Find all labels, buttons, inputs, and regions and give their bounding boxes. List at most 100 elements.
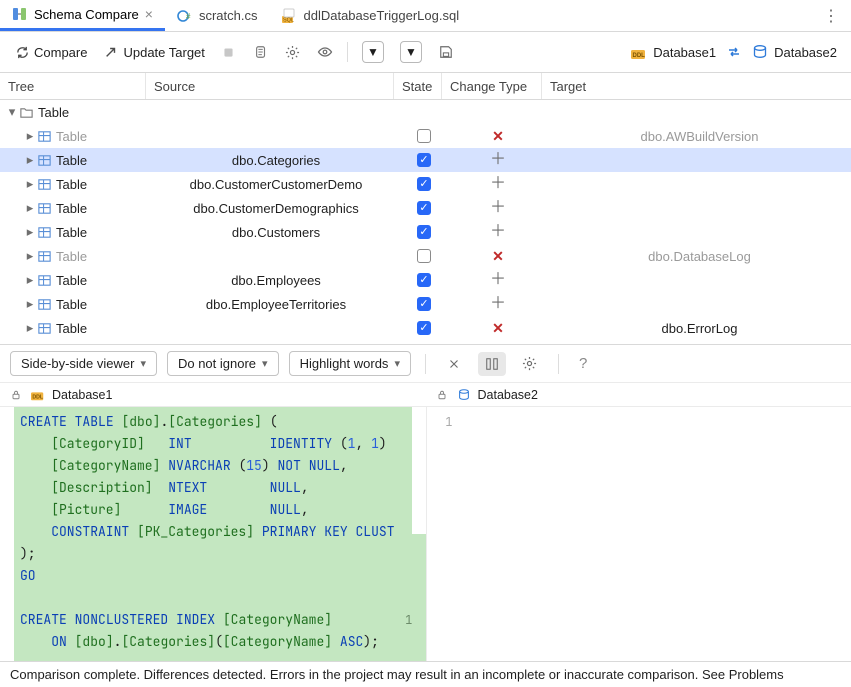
collapse-button[interactable] xyxy=(440,352,468,376)
save-button[interactable] xyxy=(432,40,460,64)
table-icon xyxy=(36,152,52,168)
right-gutter: 1 xyxy=(427,407,459,661)
state-checkbox[interactable] xyxy=(417,273,431,287)
row-type: Table xyxy=(56,153,87,168)
chevron-right-icon[interactable] xyxy=(24,296,36,312)
table-row[interactable]: Tabledbo.CustomerDemographics＋ xyxy=(0,196,851,220)
col-change[interactable]: Change Type xyxy=(442,73,542,99)
tab-ddl-sql[interactable]: SQL ddlDatabaseTriggerLog.sql xyxy=(269,0,471,31)
svg-text:DDL: DDL xyxy=(633,53,646,59)
tab-label: ddlDatabaseTriggerLog.sql xyxy=(303,8,459,23)
script-button[interactable] xyxy=(247,40,275,64)
state-checkbox[interactable] xyxy=(417,153,431,167)
table-icon xyxy=(36,176,52,192)
swap-icon[interactable] xyxy=(726,44,742,60)
plus-icon: ＋ xyxy=(490,272,506,288)
tree-root-row[interactable]: Table xyxy=(0,100,851,124)
table-row[interactable]: Tabledbo.CustomerCustomerDemo＋ xyxy=(0,172,851,196)
right-code xyxy=(459,407,851,661)
target-database[interactable]: Database2 xyxy=(746,42,843,62)
lock-icon xyxy=(434,387,450,403)
col-source[interactable]: Source xyxy=(146,73,394,99)
row-type: Table xyxy=(56,177,87,192)
chevron-right-icon[interactable] xyxy=(24,128,36,144)
viewer-mode-select[interactable]: Side-by-side viewer ▾ xyxy=(10,351,157,376)
table-row[interactable]: Tabledbo.Categories＋ xyxy=(0,148,851,172)
chevron-right-icon[interactable] xyxy=(24,176,36,192)
ignore-select[interactable]: Do not ignore ▾ xyxy=(167,351,279,376)
left-panel-title: DDL Database1 xyxy=(0,383,426,406)
preview-button[interactable] xyxy=(311,40,339,64)
diff-panel-titles: DDL Database1 Database2 xyxy=(0,382,851,406)
right-code-panel[interactable]: 1 xyxy=(426,407,851,661)
right-panel-label: Database2 xyxy=(478,388,538,402)
root-label: Table xyxy=(38,105,69,120)
table-row[interactable]: Table✕dbo.AWBuildVersion xyxy=(0,124,851,148)
sync-scroll-button[interactable] xyxy=(478,352,506,376)
stop-icon xyxy=(221,44,237,60)
row-source: dbo.Customers xyxy=(152,225,400,240)
chevron-right-icon[interactable] xyxy=(24,200,36,216)
col-state[interactable]: State xyxy=(394,73,442,99)
tab-overflow-button[interactable]: ⋮ xyxy=(811,6,851,26)
compare-label: Compare xyxy=(34,45,87,60)
plus-icon: ＋ xyxy=(490,152,506,168)
status-bar: Comparison complete. Differences detecte… xyxy=(0,661,851,687)
tab-scratch-cs[interactable]: # scratch.cs xyxy=(165,0,270,31)
svg-text:DDL: DDL xyxy=(32,394,44,400)
chevron-down-icon: ▾ xyxy=(140,357,146,370)
database-icon xyxy=(456,387,472,403)
state-checkbox[interactable] xyxy=(417,129,431,143)
filter-icon: ▼ xyxy=(400,41,422,63)
source-database[interactable]: DDL Database1 xyxy=(625,42,722,62)
close-icon[interactable]: × xyxy=(145,6,153,22)
tab-schema-compare[interactable]: Schema Compare × xyxy=(0,0,165,31)
filter-icon: ▼ xyxy=(362,41,384,63)
chevron-down-icon[interactable] xyxy=(6,104,18,120)
state-checkbox[interactable] xyxy=(417,321,431,335)
table-row[interactable]: Tabledbo.EmployeeTerritories＋ xyxy=(0,292,851,316)
state-checkbox[interactable] xyxy=(417,225,431,239)
help-button[interactable]: ? xyxy=(573,351,593,376)
left-code-panel[interactable]: CREATE TABLE [dbo].[Categories] ( [Categ… xyxy=(0,407,426,661)
row-source: dbo.CustomerCustomerDemo xyxy=(152,177,400,192)
update-target-button[interactable]: Update Target xyxy=(97,40,210,64)
table-row[interactable]: Tabledbo.Employees＋ xyxy=(0,268,851,292)
chevron-right-icon[interactable] xyxy=(24,272,36,288)
state-checkbox[interactable] xyxy=(417,177,431,191)
col-tree[interactable]: Tree xyxy=(0,73,146,99)
highlight-select[interactable]: Highlight words ▾ xyxy=(289,351,411,376)
chevron-right-icon[interactable] xyxy=(24,320,36,336)
table-row[interactable]: Table✕dbo.ErrorLog xyxy=(0,316,851,340)
settings-button[interactable] xyxy=(279,40,307,64)
csharp-file-icon: # xyxy=(177,8,193,24)
arrow-up-right-icon xyxy=(103,44,119,60)
chevron-right-icon[interactable] xyxy=(24,224,36,240)
table-icon xyxy=(36,248,52,264)
update-target-label: Update Target xyxy=(123,45,204,60)
compare-button[interactable]: Compare xyxy=(8,40,93,64)
table-icon xyxy=(36,224,52,240)
highlight-label: Highlight words xyxy=(300,356,389,371)
table-row[interactable]: Table✕dbo.DatabaseLog xyxy=(0,244,851,268)
chevron-right-icon[interactable] xyxy=(24,248,36,264)
gear-icon xyxy=(522,356,538,372)
state-checkbox[interactable] xyxy=(417,297,431,311)
stop-button[interactable] xyxy=(215,40,243,64)
table-row[interactable]: Tabledbo.Customers＋ xyxy=(0,220,851,244)
eye-icon xyxy=(317,44,333,60)
filter-source-button[interactable]: ▼ xyxy=(356,37,390,67)
source-db-label: Database1 xyxy=(653,45,716,60)
svg-text:#: # xyxy=(186,12,191,21)
state-checkbox[interactable] xyxy=(417,201,431,215)
diff-toolbar: Side-by-side viewer ▾ Do not ignore ▾ Hi… xyxy=(0,344,851,382)
col-target[interactable]: Target xyxy=(542,73,851,99)
state-checkbox[interactable] xyxy=(417,249,431,263)
row-source: dbo.EmployeeTerritories xyxy=(152,297,400,312)
filter-target-button[interactable]: ▼ xyxy=(394,37,428,67)
tree-body[interactable]: Table Table✕dbo.AWBuildVersionTabledbo.C… xyxy=(0,100,851,344)
chevron-right-icon[interactable] xyxy=(24,152,36,168)
table-icon xyxy=(36,128,52,144)
diff-settings-button[interactable] xyxy=(516,352,544,376)
ignore-label: Do not ignore xyxy=(178,356,256,371)
